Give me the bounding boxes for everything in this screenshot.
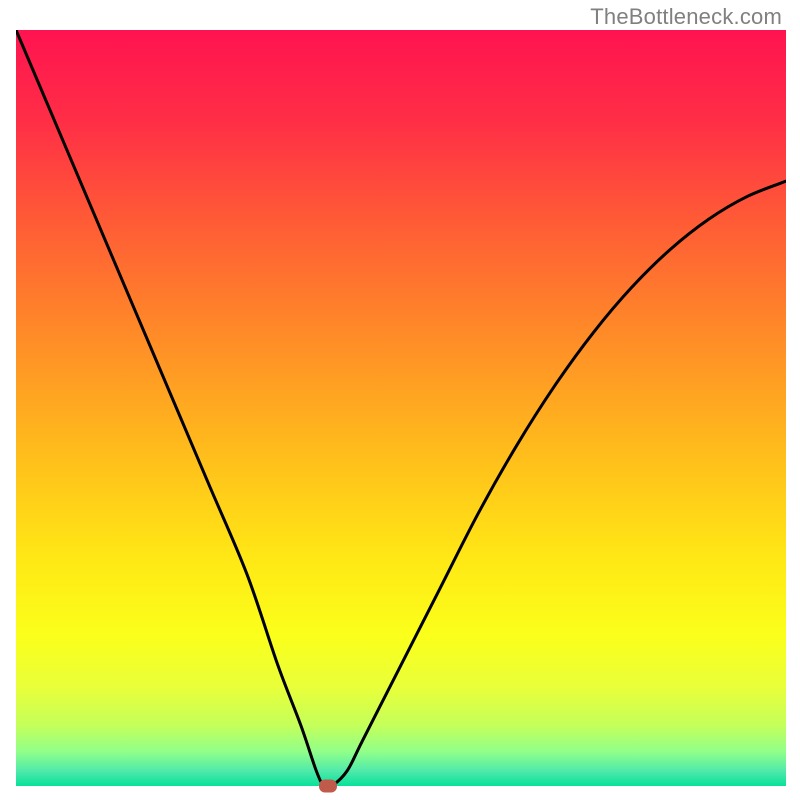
bottleneck-curve [16,30,786,786]
watermark-text: TheBottleneck.com [590,4,782,30]
plot-frame [16,30,786,786]
chart-container: TheBottleneck.com [0,0,800,800]
optimal-point-marker [319,780,337,793]
